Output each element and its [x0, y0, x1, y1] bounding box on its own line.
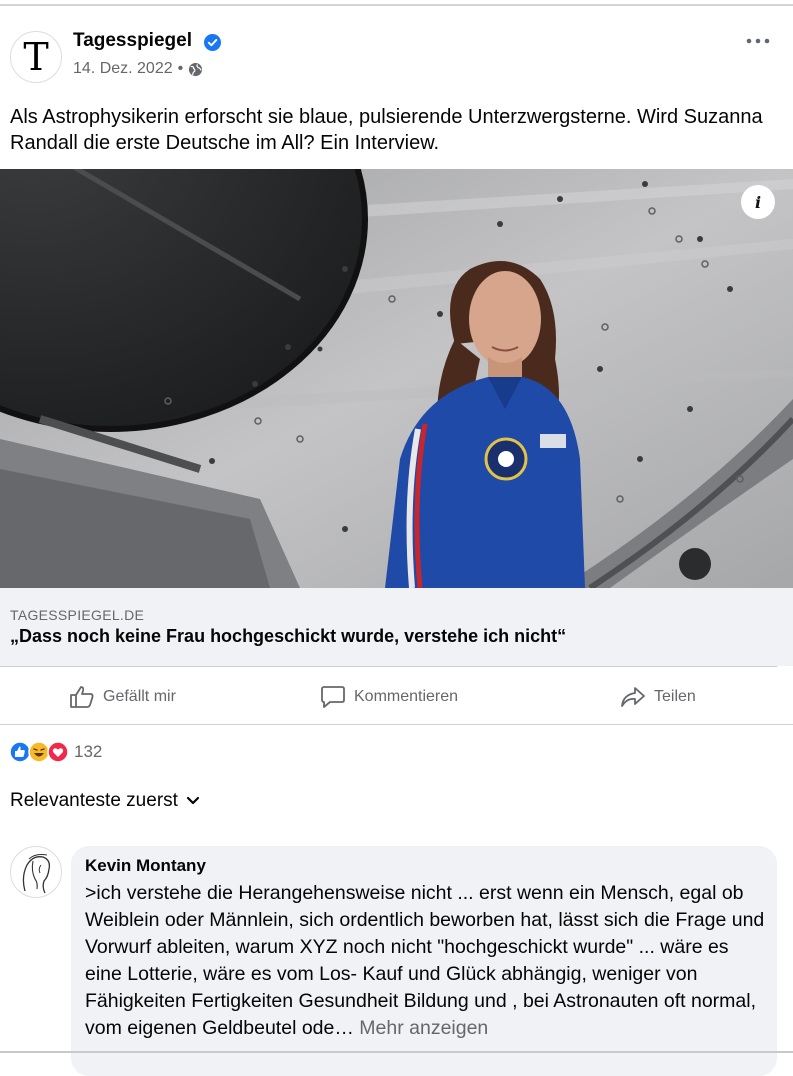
photo-illustration: [0, 169, 793, 588]
comment-button[interactable]: Kommentieren: [320, 676, 458, 718]
comment-icon: [321, 686, 345, 708]
bottom-divider: [0, 1051, 793, 1053]
page-avatar[interactable]: T: [10, 31, 62, 83]
reactions-summary[interactable]: 132: [9, 741, 102, 763]
page-name[interactable]: Tagesspiegel: [73, 30, 192, 52]
chevron-down-icon: [186, 796, 200, 805]
post-text: Als Astrophysikerin erforscht sie blaue,…: [10, 106, 763, 154]
more-options-button[interactable]: [744, 30, 772, 52]
link-domain: TAGESSPIEGEL.DE: [10, 607, 145, 623]
link-title[interactable]: „Dass noch keine Frau hochgeschickt wurd…: [10, 626, 566, 647]
comment-sort-dropdown[interactable]: Relevanteste zuerst: [10, 790, 200, 812]
comment-body: >ich verstehe die Herangehensweise nicht…: [85, 882, 765, 1039]
like-button[interactable]: Gefällt mir: [69, 676, 176, 718]
meta-separator: •: [177, 60, 184, 77]
see-more-link[interactable]: Mehr anzeigen: [359, 1017, 488, 1039]
divider: [0, 724, 793, 725]
logo-letter: T: [23, 35, 49, 79]
top-divider: [0, 4, 793, 6]
divider: [0, 666, 777, 667]
share-button[interactable]: Teilen: [620, 676, 696, 718]
sort-label: Relevanteste zuerst: [10, 790, 178, 811]
post-meta: 14. Dez. 2022 •: [73, 60, 203, 78]
comment-author[interactable]: Kevin Montany: [85, 856, 206, 876]
verified-badge-icon: [204, 34, 221, 51]
like-label: Gefällt mir: [103, 688, 176, 705]
action-bar: Gefällt mir Kommentieren Teilen: [0, 676, 793, 718]
info-icon: i: [754, 192, 762, 212]
thumbs-up-icon: [70, 686, 94, 708]
share-icon: [621, 687, 645, 707]
post-photo[interactable]: [0, 169, 793, 588]
globe-icon: [189, 62, 203, 77]
info-button[interactable]: i: [741, 185, 775, 219]
sketch-face-icon: [22, 854, 51, 894]
comment-label: Kommentieren: [354, 688, 459, 705]
share-label: Teilen: [654, 688, 696, 705]
comment-text: >ich verstehe die Herangehensweise nicht…: [85, 880, 765, 1042]
post-date[interactable]: 14. Dez. 2022: [73, 60, 173, 78]
reaction-count: 132: [74, 742, 103, 761]
commenter-avatar[interactable]: [10, 846, 62, 898]
more-dots-icon: [746, 38, 770, 44]
love-icon: [47, 741, 69, 763]
